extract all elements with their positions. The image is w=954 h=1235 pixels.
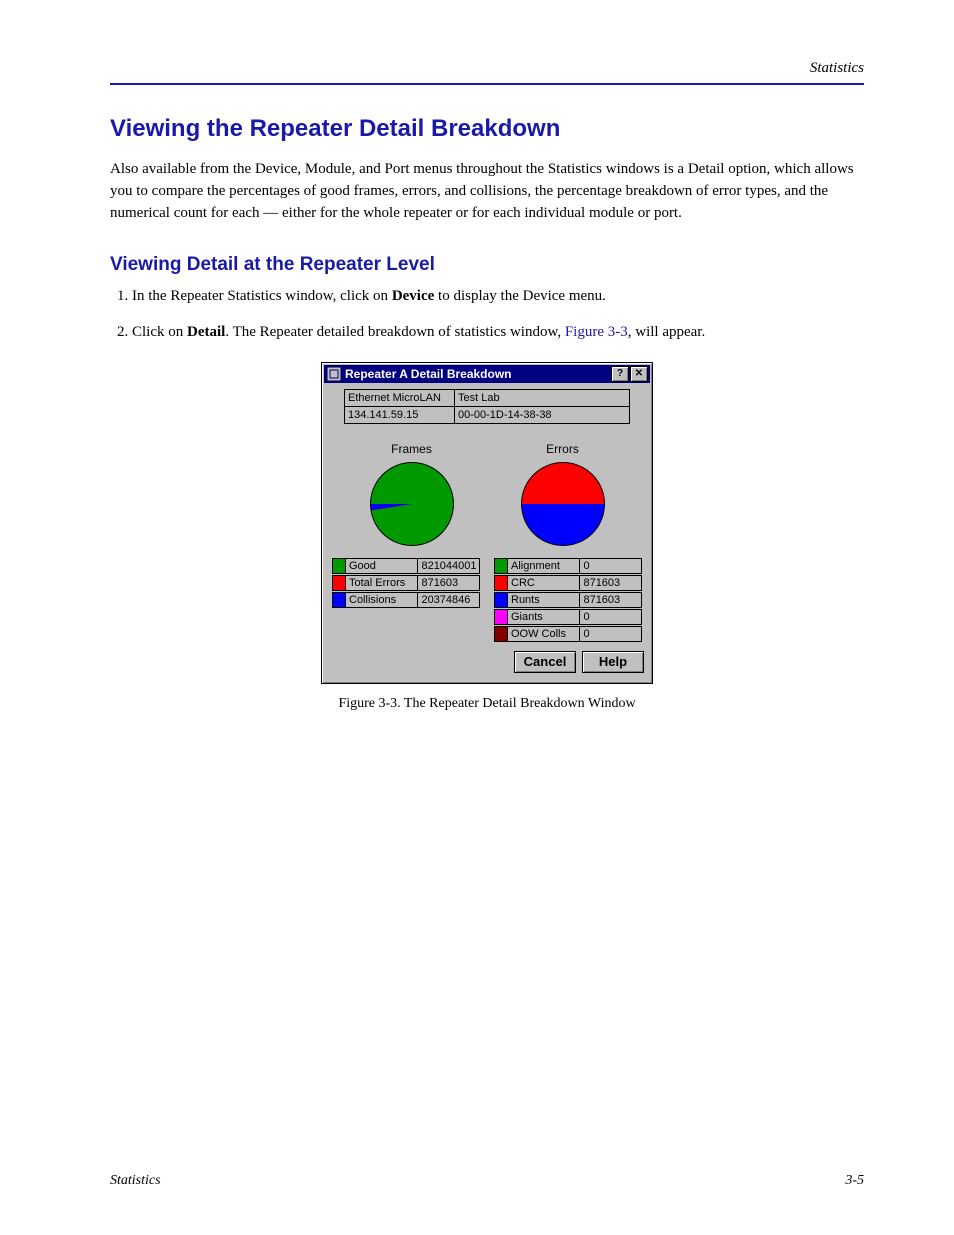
table-row: Ethernet MicroLAN Test Lab — [345, 389, 630, 406]
result-pre: The Repeater detailed breakdown of stati… — [233, 324, 565, 340]
legend-name: Alignment — [508, 558, 580, 574]
footer-left: Statistics — [110, 1173, 161, 1189]
location-cell: Test Lab — [455, 389, 630, 406]
help-button[interactable]: Help — [582, 651, 644, 673]
table-row: 134.141.59.15 00-00-1D-14-38-38 — [345, 406, 630, 423]
legend-row: Runts871603 — [494, 592, 642, 608]
errors-legend: Alignment0CRC871603Runts871603Giants0OOW… — [494, 558, 642, 643]
legend-value: 821044001 — [418, 558, 480, 574]
errors-chart-label: Errors — [521, 442, 605, 456]
legend-row: Collisions20374846 — [332, 592, 480, 608]
frames-chart-label: Frames — [370, 442, 454, 456]
ip-cell: 134.141.59.15 — [345, 406, 455, 423]
running-head: Statistics — [110, 60, 864, 77]
errors-chart-column: Errors — [521, 442, 605, 546]
legend-name: OOW Colls — [508, 626, 580, 642]
errors-pie-chart — [521, 462, 605, 546]
frames-pie-chart — [370, 462, 454, 546]
legend-swatch — [332, 592, 346, 608]
legend-swatch — [494, 609, 508, 625]
legend-row: OOW Colls0 — [494, 626, 642, 642]
legend-swatch — [494, 558, 508, 574]
section-heading: Viewing the Repeater Detail Breakdown — [110, 115, 864, 143]
legend-swatch — [332, 558, 346, 574]
frames-legend: Good821044001Total Errors871603Collision… — [332, 558, 480, 643]
legend-name: Runts — [508, 592, 580, 608]
steps-list: In the Repeater Statistics window, click… — [132, 286, 864, 344]
dialog-body: Ethernet MicroLAN Test Lab 134.141.59.15… — [324, 383, 650, 681]
figure-link[interactable]: Figure 3-3 — [565, 324, 628, 340]
legends-row: Good821044001Total Errors871603Collision… — [332, 558, 642, 643]
footer-right: 3-5 — [845, 1173, 864, 1189]
legend-swatch — [332, 575, 346, 591]
step-item: In the Repeater Statistics window, click… — [132, 286, 864, 308]
legend-name: CRC — [508, 575, 580, 591]
step-item: Click on Detail. The Repeater detailed b… — [132, 322, 864, 344]
legend-value: 0 — [580, 626, 642, 642]
dialog-button-row: Cancel Help — [330, 651, 644, 673]
legend-row: Giants0 — [494, 609, 642, 625]
legend-value: 20374846 — [418, 592, 480, 608]
legend-value: 0 — [580, 609, 642, 625]
mac-cell: 00-00-1D-14-38-38 — [455, 406, 630, 423]
legend-swatch — [494, 626, 508, 642]
legend-swatch — [494, 592, 508, 608]
legend-value: 871603 — [580, 592, 642, 608]
legend-row: CRC871603 — [494, 575, 642, 591]
dialog-frame: Repeater A Detail Breakdown ? ✕ Ethernet… — [321, 362, 653, 684]
system-menu-icon[interactable] — [326, 366, 342, 382]
screenshot-dialog: Repeater A Detail Breakdown ? ✕ Ethernet… — [321, 362, 653, 684]
titlebar-close-button[interactable]: ✕ — [630, 366, 648, 382]
page: Statistics Viewing the Repeater Detail B… — [0, 0, 954, 1235]
legend-value: 871603 — [580, 575, 642, 591]
legend-name: Giants — [508, 609, 580, 625]
subsection-heading: Viewing Detail at the Repeater Level — [110, 254, 864, 276]
legend-row: Good821044001 — [332, 558, 480, 574]
legend-name: Good — [346, 558, 418, 574]
intro-paragraph: Also available from the Device, Module, … — [110, 159, 864, 224]
legend-value: 0 — [580, 558, 642, 574]
titlebar: Repeater A Detail Breakdown ? ✕ — [324, 365, 650, 383]
top-rule — [110, 83, 864, 85]
frames-chart-column: Frames — [370, 442, 454, 546]
titlebar-help-button[interactable]: ? — [611, 366, 629, 382]
page-footer: Statistics 3-5 — [110, 1173, 864, 1189]
legend-swatch — [494, 575, 508, 591]
device-name-cell: Ethernet MicroLAN — [345, 389, 455, 406]
legend-name: Total Errors — [346, 575, 418, 591]
cancel-button[interactable]: Cancel — [514, 651, 576, 673]
legend-row: Alignment0 — [494, 558, 642, 574]
figure-caption: Figure 3-3. The Repeater Detail Breakdow… — [110, 696, 864, 712]
figure-number: Figure 3-3. — [338, 696, 400, 711]
legend-value: 871603 — [418, 575, 480, 591]
legend-row: Total Errors871603 — [332, 575, 480, 591]
legend-name: Collisions — [346, 592, 418, 608]
charts-row: Frames Errors — [336, 442, 638, 546]
result-post: , will appear. — [628, 324, 705, 340]
figure-caption-text: The Repeater Detail Breakdown Window — [404, 696, 636, 711]
dialog-title: Repeater A Detail Breakdown — [345, 367, 610, 381]
device-info-table: Ethernet MicroLAN Test Lab 134.141.59.15… — [344, 389, 630, 424]
